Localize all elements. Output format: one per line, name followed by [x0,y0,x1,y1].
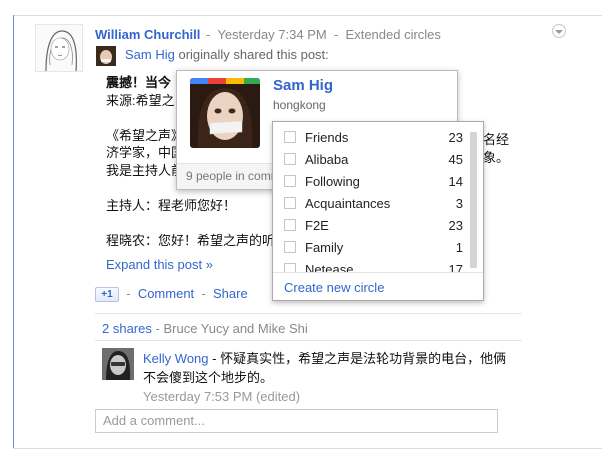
action-separator: - [201,286,206,301]
circle-label: Friends [305,129,349,145]
hovercard-photo[interactable] [190,78,260,148]
circle-count: 3 [455,195,463,211]
divider [95,340,522,341]
hovercard-location: hongkong [273,98,326,112]
circle-label: Netease [305,261,354,273]
post-menu-chevron-icon[interactable] [552,24,566,38]
shared-by-name[interactable]: Sam Hig [125,47,175,62]
card-top-border [13,15,602,16]
create-new-circle-link[interactable]: Create new circle [273,272,483,300]
circle-checkbox[interactable] [284,197,296,209]
plus-one-button[interactable]: +1 [95,287,119,303]
circle-checkbox[interactable] [284,263,296,272]
circle-item-acquaintances[interactable]: Acquaintances 3 [273,192,473,214]
circle-label: Alibaba [305,151,349,167]
hovercard-name[interactable]: Sam Hig [273,77,333,94]
circle-count: 14 [448,173,463,189]
circles-dropdown: Friends 23 Alibaba 45 Following 14 Acqua… [272,121,484,301]
circle-checkbox[interactable] [284,175,296,187]
comment: Kelly Wong - 怀疑真实性，希望之声是法轮功背景的电台，他俩不会傻到这… [143,349,513,406]
circle-label: Following [305,173,360,189]
expand-post-link[interactable]: Expand this post » [106,257,213,272]
author-avatar[interactable] [35,24,83,72]
circle-checkbox[interactable] [284,219,296,231]
circle-label: Acquaintances [305,195,391,211]
circle-count: 17 [448,261,463,273]
circle-item-friends[interactable]: Friends 23 [273,126,473,148]
add-comment-input[interactable]: Add a comment... [95,409,498,433]
post-meta: - Yesterday 7:34 PM - Extended circles [206,27,441,42]
circle-item-netease[interactable]: Netease 17 [273,258,473,272]
post-visibility[interactable]: Extended circles [346,27,441,42]
card-left-accent [13,15,14,449]
circle-count: 23 [448,217,463,233]
circle-item-f2e[interactable]: F2E 23 [273,214,473,236]
circle-count: 45 [448,151,463,167]
circle-checkbox[interactable] [284,131,296,143]
post-actions: +1 - Comment - Share [95,286,248,303]
shares-count-link[interactable]: 2 shares [102,321,152,336]
share-link[interactable]: Share [213,286,248,301]
shares-names: Bruce Yucy and Mike Shi [163,321,308,336]
shares-separator: - [155,321,160,336]
meta-separator: - [206,27,211,42]
meta-separator: - [333,27,339,42]
circle-label: F2E [305,217,329,233]
shares-summary: 2 shares - Bruce Yucy and Mike Shi [102,321,308,336]
comment-author-avatar[interactable] [102,348,134,380]
circle-checkbox[interactable] [284,153,296,165]
divider [95,313,522,314]
comment-timestamp[interactable]: Yesterday 7:53 PM (edited) [143,389,300,404]
circle-checkbox[interactable] [284,241,296,253]
circle-count: 23 [448,129,463,145]
comment-author-name[interactable]: Kelly Wong [143,351,209,366]
circle-label: Family [305,239,344,255]
circle-item-following[interactable]: Following 14 [273,170,473,192]
circle-count: 1 [455,239,463,255]
shared-by-line: Sam Hig originally shared this post: [125,47,329,62]
card-bottom-border [13,448,602,449]
post-author-name[interactable]: William Churchill [95,27,200,42]
post-timestamp[interactable]: Yesterday 7:34 PM [217,27,326,42]
circles-list: Friends 23 Alibaba 45 Following 14 Acqua… [273,126,473,272]
circle-item-family[interactable]: Family 1 [273,236,473,258]
shared-by-text: originally shared this post: [178,47,329,62]
shared-by-avatar[interactable] [96,46,116,66]
circles-scrollbar[interactable] [470,132,477,268]
comment-link[interactable]: Comment [138,286,194,301]
circle-item-alibaba[interactable]: Alibaba 45 [273,148,473,170]
action-separator: - [126,286,131,301]
